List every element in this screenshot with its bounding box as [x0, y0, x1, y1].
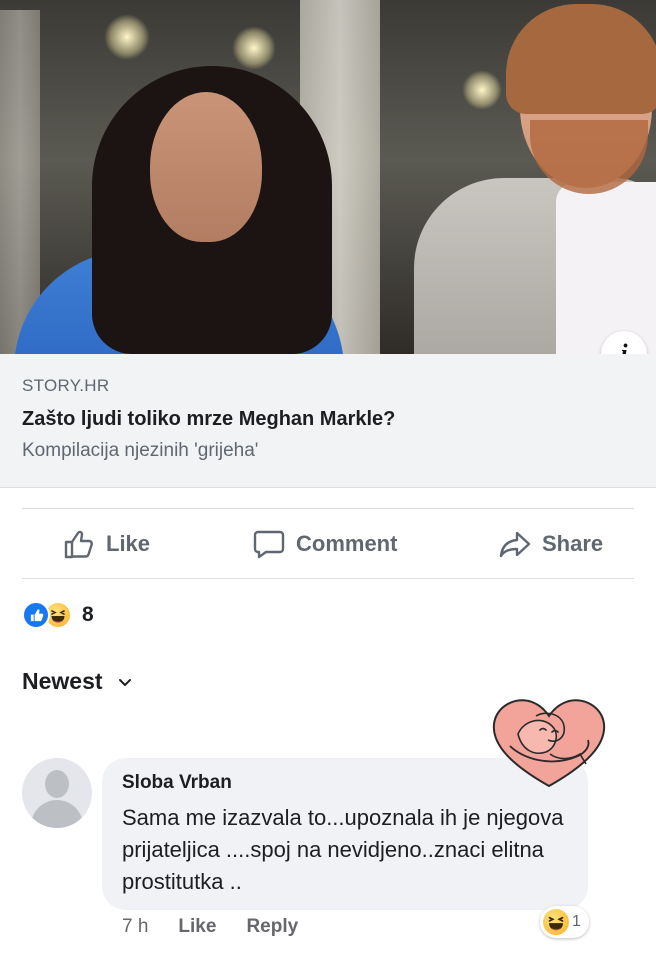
hug-sticker-icon [492, 699, 606, 788]
share-button-label: Share [542, 531, 604, 556]
comment-like-button[interactable]: Like [178, 916, 216, 938]
thumbs-up-icon [64, 530, 93, 559]
divider [22, 508, 634, 509]
comment-button-label: Comment [296, 531, 398, 556]
comment-reaction-count: 1 [572, 913, 581, 930]
background-light [462, 70, 502, 110]
background-light [232, 26, 276, 70]
like-button[interactable]: Like [62, 510, 150, 578]
chevron-down-icon [118, 678, 131, 686]
link-preview-image[interactable] [0, 0, 656, 354]
man-shirt [556, 182, 656, 354]
like-button-label: Like [106, 531, 151, 556]
link-preview-box[interactable]: STORY.HR Zašto ljudi toliko mrze Meghan … [0, 354, 656, 488]
man-hair [506, 4, 656, 114]
comment-text: Sama me izazvala to...upoznala ih je nje… [122, 805, 564, 894]
post-action-bar: Like Comment Share [0, 510, 656, 578]
reactions-summary[interactable]: 8 [22, 598, 94, 632]
commenter-avatar[interactable] [22, 758, 92, 828]
link-title: Zašto ljudi toliko mrze Meghan Markle? [22, 408, 396, 430]
link-domain: STORY.HR [22, 376, 110, 395]
comment-sort-dropdown[interactable]: Newest [22, 668, 133, 695]
background-light [104, 14, 150, 60]
link-description: Kompilacija njezinih 'grijeha' [22, 440, 259, 461]
comment-button[interactable]: Comment [252, 510, 397, 578]
comment-author[interactable]: Sloba Vrban [122, 772, 232, 794]
divider [22, 578, 634, 579]
comment-sort-label: Newest [22, 668, 103, 694]
comment-reaction-chip[interactable]: 1 [540, 906, 589, 938]
haha-reaction-icon [543, 909, 569, 935]
comment-icon [253, 530, 285, 559]
like-reaction-icon [22, 601, 50, 629]
comment-reply-button[interactable]: Reply [246, 916, 298, 938]
comment-timestamp: 7 h [122, 916, 149, 937]
share-button[interactable]: Share [498, 510, 603, 578]
share-arrow-icon [499, 531, 531, 558]
reaction-count: 8 [82, 603, 94, 626]
woman-face [150, 92, 262, 242]
comment-meta: 7 h Like Reply [122, 916, 328, 938]
